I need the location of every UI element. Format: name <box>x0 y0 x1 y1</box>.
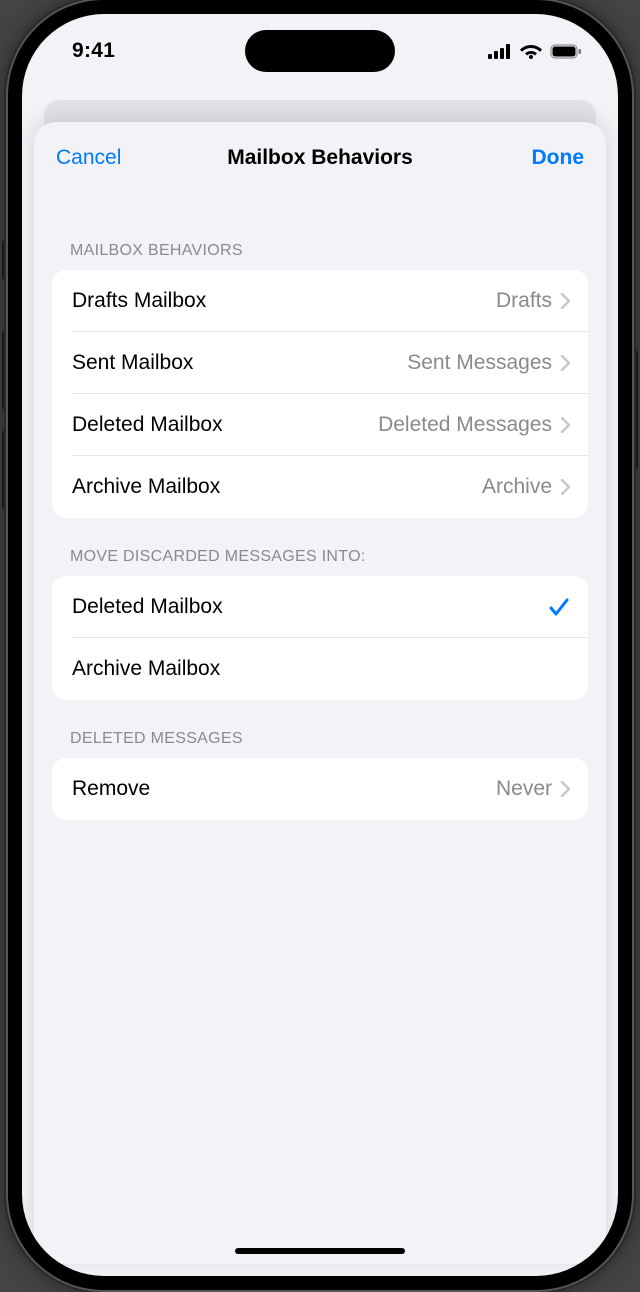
row-discarded-archive[interactable]: Archive Mailbox <box>52 638 588 700</box>
group-deleted-messages: Remove Never <box>52 758 588 820</box>
row-label: Archive Mailbox <box>72 657 570 681</box>
row-label: Drafts Mailbox <box>72 289 496 313</box>
battery-icon <box>550 44 582 59</box>
home-indicator[interactable] <box>235 1248 405 1254</box>
row-label: Archive Mailbox <box>72 475 482 499</box>
wifi-icon <box>520 43 542 59</box>
group-discarded: Deleted Mailbox Archive Mailbox <box>52 576 588 700</box>
row-label: Deleted Mailbox <box>72 595 548 619</box>
row-value: Archive <box>482 475 560 499</box>
nav-bar: Cancel Mailbox Behaviors Done <box>34 122 606 194</box>
section-header-discarded: MOVE DISCARDED MESSAGES INTO: <box>52 518 588 576</box>
row-value: Never <box>496 777 560 801</box>
screen: 9:41 <box>22 14 618 1276</box>
chevron-right-icon <box>560 781 570 797</box>
page-title: Mailbox Behaviors <box>150 146 490 170</box>
chevron-right-icon <box>560 355 570 371</box>
row-remove[interactable]: Remove Never <box>52 758 588 820</box>
checkmark-icon <box>548 596 570 618</box>
chevron-right-icon <box>560 417 570 433</box>
status-time: 9:41 <box>72 39 115 63</box>
row-label: Sent Mailbox <box>72 351 407 375</box>
row-sent-mailbox[interactable]: Sent Mailbox Sent Messages <box>52 332 588 394</box>
settings-content: MAILBOX BEHAVIORS Drafts Mailbox Drafts … <box>34 194 606 820</box>
done-button[interactable]: Done <box>490 146 584 170</box>
row-label: Remove <box>72 777 496 801</box>
cancel-button[interactable]: Cancel <box>56 146 150 170</box>
chevron-right-icon <box>560 293 570 309</box>
section-header-behaviors: MAILBOX BEHAVIORS <box>52 194 588 270</box>
group-behaviors: Drafts Mailbox Drafts Sent Mailbox Sent … <box>52 270 588 518</box>
row-value: Drafts <box>496 289 560 313</box>
row-archive-mailbox[interactable]: Archive Mailbox Archive <box>52 456 588 518</box>
section-header-deleted-messages: DELETED MESSAGES <box>52 700 588 758</box>
row-discarded-deleted[interactable]: Deleted Mailbox <box>52 576 588 638</box>
row-label: Deleted Mailbox <box>72 413 378 437</box>
chevron-right-icon <box>560 479 570 495</box>
cellular-icon <box>488 44 512 59</box>
settings-sheet: Cancel Mailbox Behaviors Done MAILBOX BE… <box>34 122 606 1264</box>
row-value: Deleted Messages <box>378 413 560 437</box>
phone-frame: 9:41 <box>8 0 632 1290</box>
row-drafts-mailbox[interactable]: Drafts Mailbox Drafts <box>52 270 588 332</box>
power-button[interactable] <box>632 350 638 470</box>
row-deleted-mailbox[interactable]: Deleted Mailbox Deleted Messages <box>52 394 588 456</box>
row-value: Sent Messages <box>407 351 560 375</box>
dynamic-island <box>245 30 395 72</box>
